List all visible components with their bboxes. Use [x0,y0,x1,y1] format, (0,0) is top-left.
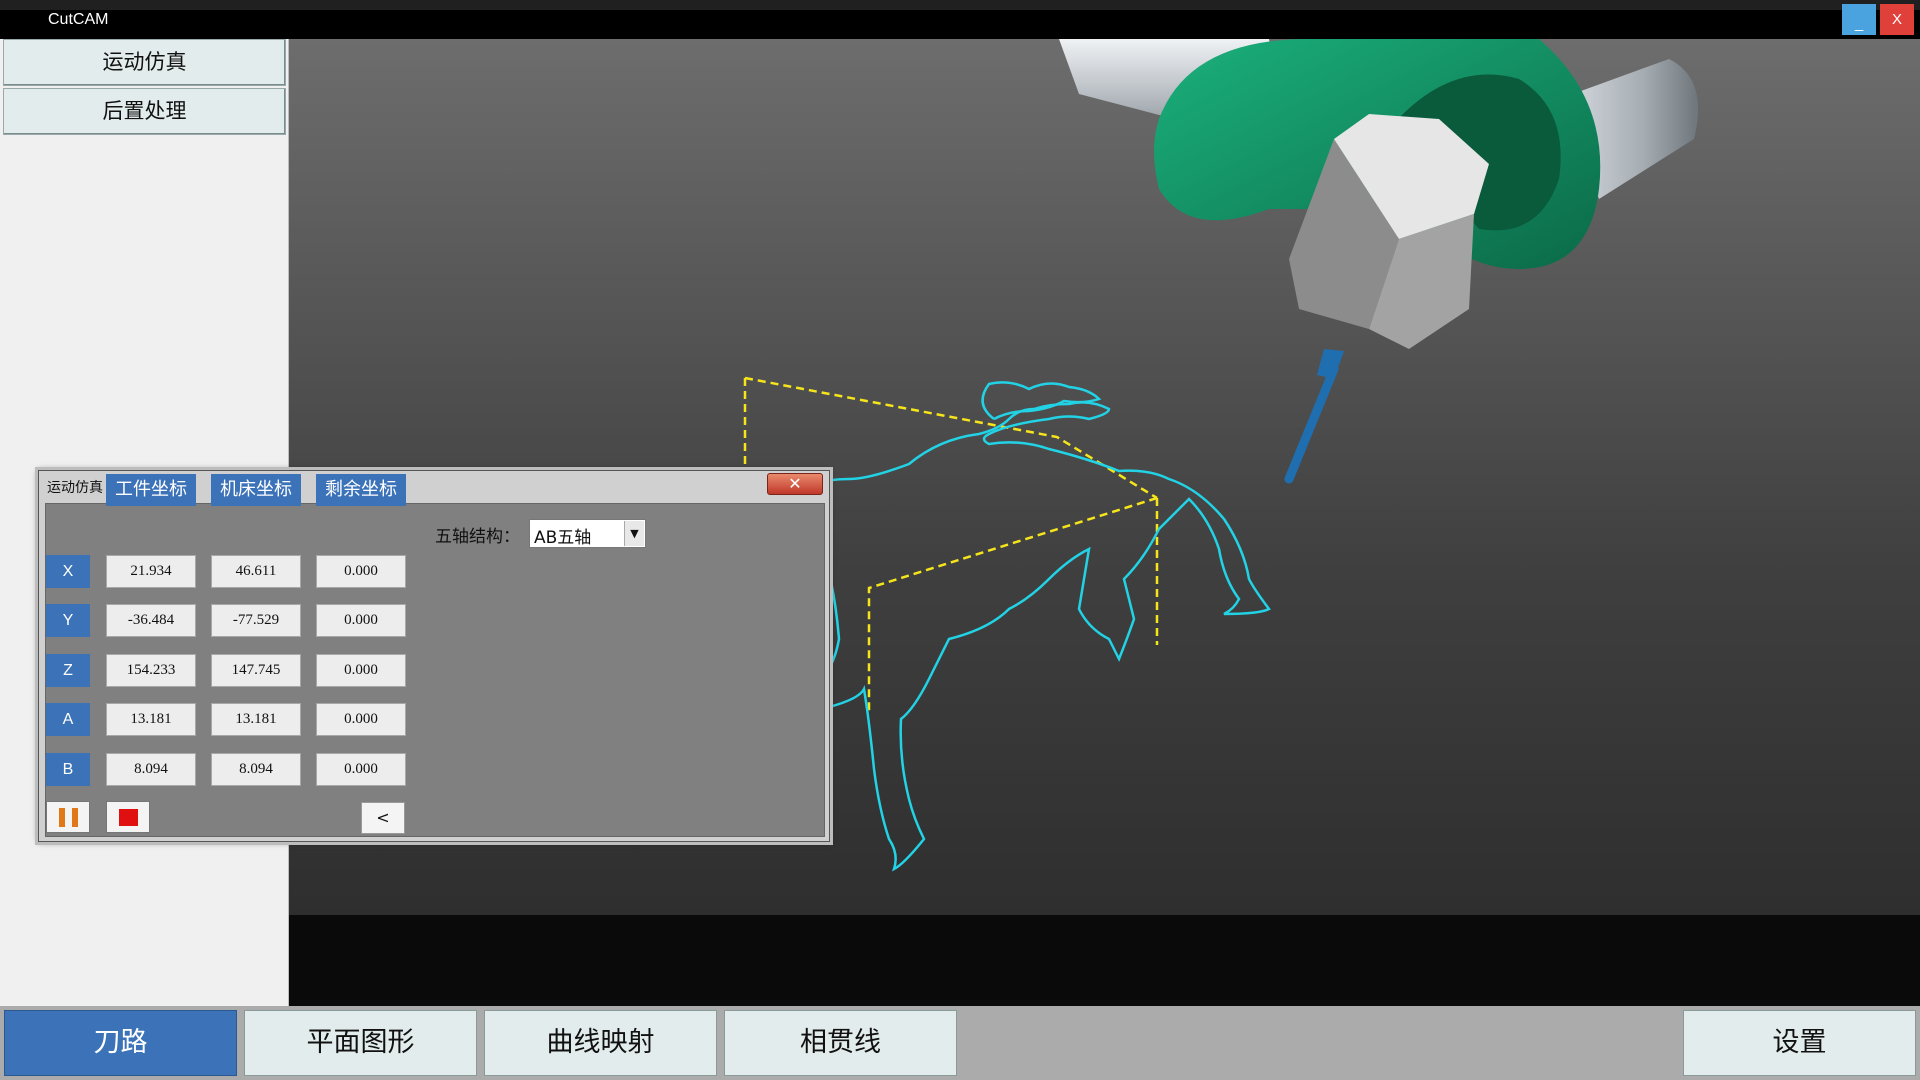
tab-intersection-line[interactable]: 相贯线 [724,1010,957,1076]
tab-toolpath[interactable]: 刀路 [4,1010,237,1076]
axis-structure-value: AB五轴 [534,528,592,548]
row-header-a: A [46,703,90,736]
chevron-down-icon[interactable]: ▼ [624,521,644,546]
tab-planar-graphics[interactable]: 平面图形 [244,1010,477,1076]
axis-structure-select[interactable]: AB五轴 ▼ [529,519,646,548]
coord-cell: 147.745 [211,654,301,687]
column-header-machine: 机床坐标 [211,474,301,506]
coord-cell: 21.934 [106,555,196,588]
pause-button[interactable] [46,801,90,833]
column-header-workpiece: 工件坐标 [106,474,196,506]
coord-cell: 8.094 [211,753,301,786]
stop-icon [119,809,138,826]
toolpath-ear [981,381,1102,421]
coord-cell: 13.181 [106,703,196,736]
coord-cell: 13.181 [211,703,301,736]
row-header-x: X [46,555,90,588]
coord-cell: -77.529 [211,604,301,637]
title-bar: CutCAM _ X [0,0,1920,39]
coord-cell: 0.000 [316,703,406,736]
axis-structure-label: 五轴结构： [435,527,520,547]
row-header-z: Z [46,654,90,687]
coord-cell: 0.000 [316,604,406,637]
minimize-button[interactable]: _ [1842,4,1876,35]
tab-curve-mapping[interactable]: 曲线映射 [484,1010,717,1076]
coord-cell: 154.233 [106,654,196,687]
pause-icon [72,808,78,827]
coord-cell: -36.484 [106,604,196,637]
coord-cell: 46.611 [211,555,301,588]
sidebar-item-post-processing[interactable]: 后置处理 [3,88,286,135]
settings-button[interactable]: 设置 [1683,1010,1916,1076]
close-button[interactable]: X [1880,4,1914,35]
stop-button[interactable] [106,801,150,833]
row-header-b: B [46,753,90,786]
sidebar-item-motion-simulation[interactable]: 运动仿真 [3,39,286,86]
column-header-remaining: 剩余坐标 [316,474,406,506]
coord-cell: 0.000 [316,654,406,687]
dialog-title: 运动仿真 [47,480,103,496]
cutting-tool [1284,364,1339,484]
collapse-button[interactable]: < [361,802,405,834]
pause-icon [59,808,65,827]
coord-cell: 8.094 [106,753,196,786]
coord-cell: 0.000 [316,555,406,588]
coord-cell: 0.000 [316,753,406,786]
app-title: CutCAM [48,11,109,28]
row-header-y: Y [46,604,90,637]
bottom-tab-bar: 刀路 平面图形 曲线映射 相贯线 设置 [0,1006,1920,1080]
dialog-close-button[interactable]: ✕ [767,473,823,495]
